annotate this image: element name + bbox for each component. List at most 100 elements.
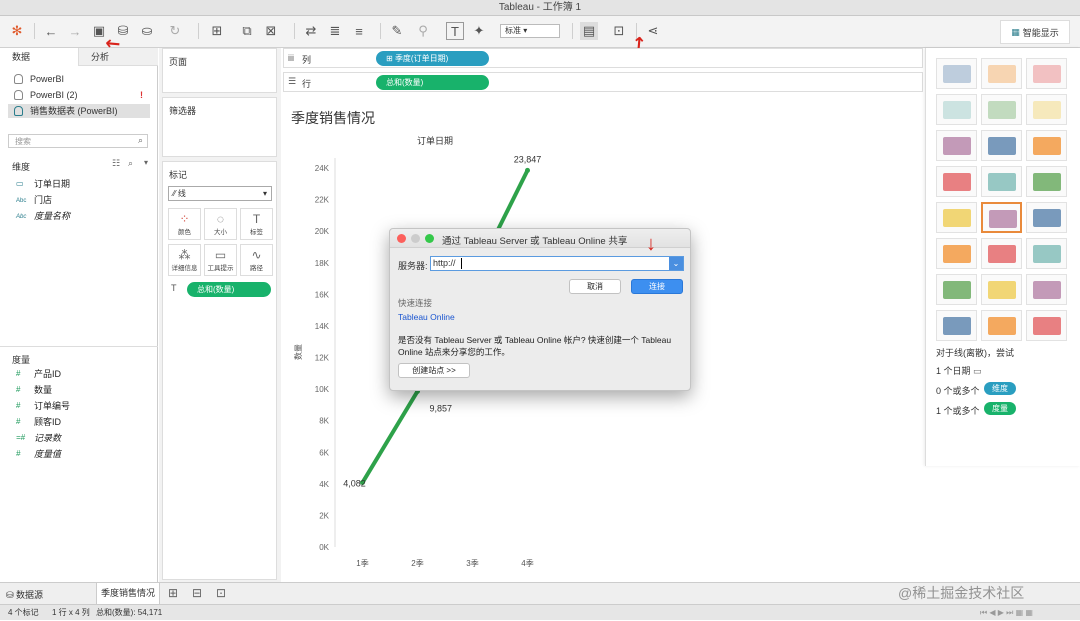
rows-pill[interactable]: 总和(数量) (376, 75, 489, 90)
sheet-navigation-icon[interactable]: ⏮ ◀ ▶ ⏭ ▦ ▦ (980, 605, 1033, 621)
chart-type-thumbnail-icon[interactable] (981, 58, 1022, 89)
chart-type-thumbnail-icon[interactable] (936, 94, 977, 125)
refresh-icon[interactable]: ↻ (166, 22, 184, 40)
tooltip-button[interactable]: ▭ 工具提示 (204, 244, 237, 276)
label-button[interactable]: T 标签 (240, 208, 273, 240)
chart-type-preview-icon (988, 317, 1016, 335)
chart-type-thumbnail-icon[interactable] (936, 202, 977, 233)
show-me-button[interactable]: ▦ 智能显示 (1000, 20, 1070, 44)
field-item[interactable]: Abc 门店 (16, 192, 52, 208)
chart-type-preview-icon (943, 173, 971, 191)
swap-rows-columns-icon[interactable]: ⇄ (302, 22, 320, 40)
new-dashboard-icon[interactable]: ⊟ (192, 586, 202, 600)
create-site-button[interactable]: 创建站点 >> (398, 363, 470, 378)
minimize-window-icon[interactable] (411, 234, 420, 243)
size-icon: ◌ (216, 212, 225, 226)
share-dialog: 通过 Tableau Server 或 Tableau Online 共享 服务… (389, 228, 691, 391)
chart-type-thumbnail-icon[interactable] (1026, 166, 1067, 197)
chart-type-thumbnail-icon[interactable] (1026, 274, 1067, 305)
datasource-item[interactable]: PowerBI (14, 72, 64, 86)
columns-pill[interactable]: ⊞ 季度(订单日期) (376, 51, 489, 66)
mark-pill[interactable]: 总和(数量) (187, 282, 271, 297)
tableau-logo-icon[interactable]: ✻ (8, 22, 26, 40)
chart-type-thumbnail-icon[interactable] (936, 130, 977, 161)
new-worksheet-icon[interactable]: ⊞ (168, 586, 178, 600)
chart-type-thumbnail-icon[interactable] (1026, 130, 1067, 161)
chart-type-thumbnail-icon[interactable] (981, 130, 1022, 161)
find-field-icon[interactable]: ⌕ (128, 158, 133, 169)
view-options-icon[interactable]: ☷ (112, 158, 120, 169)
watermark: @稀土掘金技术社区 (898, 585, 1025, 601)
field-item[interactable]: =# 记录数 (16, 430, 61, 446)
pages-card[interactable]: 页面 (162, 48, 277, 93)
datasource-item[interactable]: PowerBI (2)! (14, 88, 143, 102)
duplicate-sheet-icon[interactable]: ⧉ (238, 22, 256, 40)
chart-type-thumbnail-icon[interactable] (936, 310, 977, 341)
tab-datasource[interactable]: ⛁ 数据源 (6, 588, 43, 601)
dimensions-menu-icon[interactable]: ▾ (144, 158, 148, 167)
new-story-icon[interactable]: ⊡ (216, 586, 226, 600)
chart-type-thumbnail-icon[interactable] (936, 238, 977, 269)
dialog-note: 是否没有 Tableau Server 或 Tableau Online 帐户?… (398, 335, 672, 357)
tab-sheet[interactable]: 季度销售情况 (96, 583, 160, 604)
share-workbook-icon[interactable]: ⋖ (644, 22, 662, 40)
server-input[interactable]: http:// ⌄ (430, 256, 684, 271)
status-rows-cols: 1 行 x 4 列 (52, 608, 90, 617)
chart-type-thumbnail-icon[interactable] (981, 202, 1022, 233)
columns-shelf[interactable]: iii 列 ⊞ 季度(订单日期) (283, 48, 923, 68)
chart-type-thumbnail-icon[interactable] (981, 238, 1022, 269)
redo-icon[interactable]: → (66, 22, 84, 40)
field-item[interactable]: Abc 度量名称 (16, 208, 70, 224)
new-worksheet-icon[interactable]: ⊞ (208, 22, 226, 40)
expand-icon: ⊞ (386, 54, 395, 63)
chart-type-thumbnail-icon[interactable] (981, 274, 1022, 305)
chart-type-thumbnail-icon[interactable] (936, 58, 977, 89)
sort-descending-icon[interactable]: ≡ (350, 22, 368, 40)
clear-sheet-icon[interactable]: ⊠ (262, 22, 280, 40)
chart-type-thumbnail-icon[interactable] (981, 310, 1022, 341)
pause-updates-icon[interactable]: ⛀ (138, 22, 156, 40)
chart-type-thumbnail-icon[interactable] (1026, 202, 1067, 233)
tab-analysis[interactable]: 分析 (78, 48, 158, 66)
chart-type-thumbnail-icon[interactable] (1026, 238, 1067, 269)
chart-type-thumbnail-icon[interactable] (936, 166, 977, 197)
connect-button[interactable]: 连接 (631, 279, 683, 294)
detail-button[interactable]: ⁂ 详细信息 (168, 244, 201, 276)
y-tick-label: 14K (315, 322, 330, 331)
highlight-icon[interactable]: ✎ (388, 22, 406, 40)
field-item[interactable]: # 度量值 (16, 446, 61, 462)
tableau-online-link[interactable]: Tableau Online (398, 312, 455, 322)
cancel-button[interactable]: 取消 (569, 279, 621, 294)
filters-card[interactable]: 筛选器 (162, 97, 277, 157)
chevron-down-icon[interactable]: ⌄ (669, 257, 683, 270)
field-item[interactable]: # 顾客ID (16, 414, 61, 430)
show-cards-icon[interactable]: ▤ (580, 22, 598, 40)
chart-type-thumbnail-icon[interactable] (981, 94, 1022, 125)
datasource-item-selected[interactable]: 销售数据表 (PowerBI) (8, 104, 150, 118)
search-input[interactable]: 搜索 ⌕ (8, 134, 148, 148)
path-button[interactable]: ∿ 路径 (240, 244, 273, 276)
chart-type-thumbnail-icon[interactable] (1026, 58, 1067, 89)
color-button[interactable]: ⁘ 颜色 (168, 208, 201, 240)
view-size-select[interactable]: 标准 ▾ (500, 24, 560, 38)
chart-type-thumbnail-icon[interactable] (1026, 94, 1067, 125)
chart-type-thumbnail-icon[interactable] (981, 166, 1022, 197)
zoom-window-icon[interactable] (425, 234, 434, 243)
field-item[interactable]: # 数量 (16, 382, 52, 398)
close-window-icon[interactable] (397, 234, 406, 243)
fix-axes-icon[interactable]: ✦ (470, 22, 488, 40)
size-button[interactable]: ◌ 大小 (204, 208, 237, 240)
chart-type-thumbnail-icon[interactable] (936, 274, 977, 305)
group-icon[interactable]: ⚲ (414, 22, 432, 40)
presentation-mode-icon[interactable]: ⊡ (610, 22, 628, 40)
sort-ascending-icon[interactable]: ≣ (326, 22, 344, 40)
tab-data[interactable]: 数据 (0, 48, 78, 66)
show-mark-labels-icon[interactable]: T (446, 22, 464, 40)
undo-icon[interactable]: ← (42, 22, 60, 40)
field-item[interactable]: # 产品ID (16, 366, 61, 382)
chart-type-thumbnail-icon[interactable] (1026, 310, 1067, 341)
rows-shelf[interactable]: ☰ 行 总和(数量) (283, 72, 923, 92)
mark-type-select[interactable]: ⁄⁄ 线 ▾ (168, 186, 272, 201)
field-item[interactable]: ▭ 订单日期 (16, 176, 70, 192)
field-item[interactable]: # 订单编号 (16, 398, 70, 414)
